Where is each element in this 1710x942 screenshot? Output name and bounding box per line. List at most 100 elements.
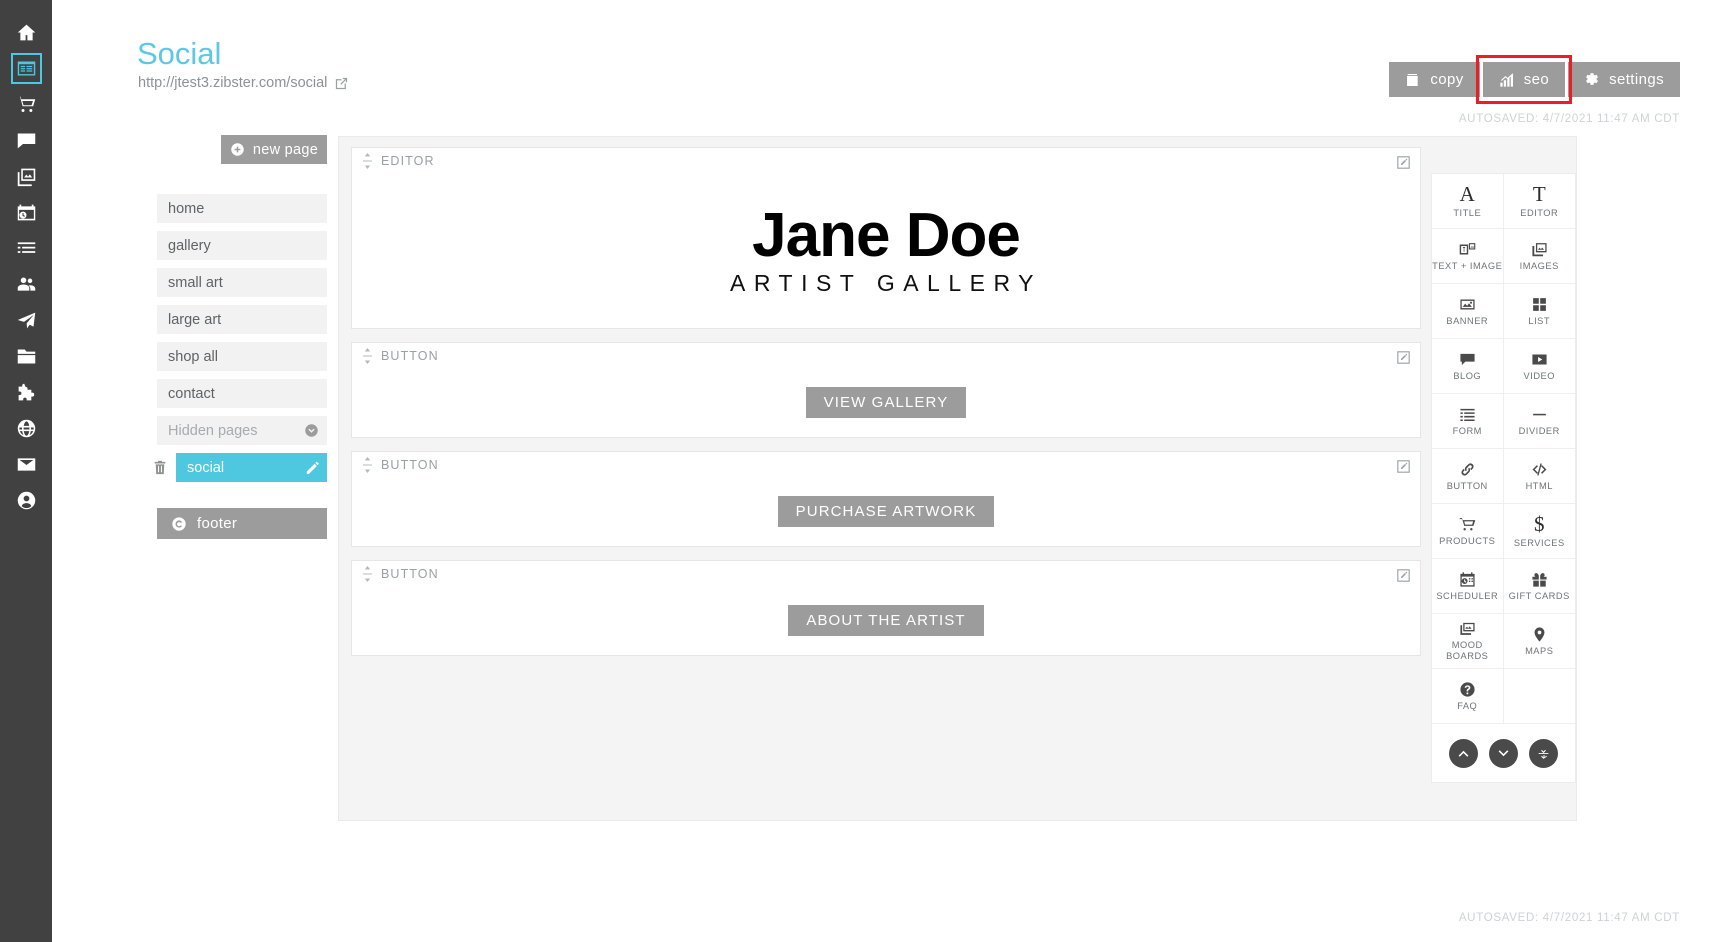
gift-icon xyxy=(1531,571,1548,588)
page-url: http://jtest3.zibster.com/social xyxy=(138,75,328,91)
rail-item-scheduler[interactable] xyxy=(0,194,52,230)
page-item-small-art[interactable]: small art xyxy=(157,268,327,297)
footer-label: footer xyxy=(197,515,238,532)
widget-form[interactable]: FORM xyxy=(1432,394,1504,449)
rail-item-campaigns[interactable] xyxy=(0,302,52,338)
site-button[interactable]: VIEW GALLERY xyxy=(805,387,967,418)
widget-label: DIVIDER xyxy=(1518,425,1560,436)
rail-item-clients[interactable] xyxy=(0,266,52,302)
widget-services[interactable]: $ SERVICES xyxy=(1503,504,1575,559)
widget-products[interactable]: PRODUCTS xyxy=(1432,504,1504,559)
main-area: Social http://jtest3.zibster.com/social … xyxy=(52,0,1710,942)
block-button-purchase-artwork[interactable]: BUTTON PURCHASE ARTWORK xyxy=(351,451,1421,547)
widget-banner[interactable]: BANNER xyxy=(1432,284,1504,339)
block-button-about-the-artist[interactable]: BUTTON ABOUT THE ARTIST xyxy=(351,560,1421,656)
delete-page-icon[interactable] xyxy=(152,459,168,476)
page-item-contact[interactable]: contact xyxy=(157,379,327,408)
globe-icon xyxy=(17,419,35,437)
widget-divider[interactable]: DIVIDER xyxy=(1503,394,1575,449)
page-item-gallery[interactable]: gallery xyxy=(157,231,327,260)
widget-gift-cards[interactable]: GIFT CARDS xyxy=(1503,559,1575,614)
rail-item-account[interactable] xyxy=(0,482,52,518)
settings-button[interactable]: settings xyxy=(1568,62,1680,97)
page-item-large-art[interactable]: large art xyxy=(157,305,327,334)
widget-text-image[interactable]: TEXT + IMAGE xyxy=(1432,229,1504,284)
widget-label: VIDEO xyxy=(1523,370,1555,381)
footer-button[interactable]: footer xyxy=(157,508,327,539)
images-icon xyxy=(1531,241,1548,258)
rail-item-files[interactable] xyxy=(0,338,52,374)
rail-item-website[interactable] xyxy=(0,410,52,446)
widget-maps[interactable]: MAPS xyxy=(1503,614,1575,669)
widget-images[interactable]: IMAGES xyxy=(1503,229,1575,284)
page-url-row: http://jtest3.zibster.com/social xyxy=(138,75,349,91)
scroll-down-button[interactable] xyxy=(1489,738,1518,768)
rail-item-home[interactable] xyxy=(0,14,52,50)
page-item-home[interactable]: home xyxy=(157,194,327,223)
block-header: BUTTON xyxy=(352,343,1420,368)
block-editor[interactable]: EDITOR Jane Doe ARTIST GALLERY xyxy=(351,147,1421,329)
block-button-view-gallery[interactable]: BUTTON VIEW GALLERY xyxy=(351,342,1421,438)
rail-item-pages[interactable] xyxy=(0,50,52,86)
edit-block-icon[interactable] xyxy=(1396,459,1411,474)
widget-label: BUTTON xyxy=(1446,480,1488,491)
widget-label: MOOD BOARDS xyxy=(1446,640,1489,661)
widget-faq[interactable]: FAQ xyxy=(1432,669,1504,724)
divider-icon xyxy=(1531,406,1548,423)
rail-item-integrations[interactable] xyxy=(0,374,52,410)
link-button-icon xyxy=(1459,461,1476,478)
scroll-up-button[interactable] xyxy=(1449,738,1478,768)
site-button[interactable]: ABOUT THE ARTIST xyxy=(788,605,984,636)
widget-mood-boards[interactable]: MOOD BOARDS xyxy=(1432,614,1504,669)
banner-icon xyxy=(1459,296,1476,313)
widget-html[interactable]: HTML xyxy=(1503,449,1575,504)
page-group-hidden-pages[interactable]: Hidden pages xyxy=(157,416,327,445)
widget-button[interactable]: BUTTON xyxy=(1432,449,1504,504)
widget-blog[interactable]: BLOG xyxy=(1432,339,1504,394)
rail-item-galleries[interactable] xyxy=(0,158,52,194)
site-button[interactable]: PURCHASE ARTWORK xyxy=(777,496,995,527)
form-icon xyxy=(1459,406,1476,423)
page-canvas: EDITOR Jane Doe ARTIST GALLERY BUTTON VI… xyxy=(338,136,1577,821)
drag-handle-icon[interactable] xyxy=(362,152,373,169)
rail-item-mail[interactable] xyxy=(0,446,52,482)
share-icon[interactable] xyxy=(334,76,349,91)
editor-t-icon: T xyxy=(1532,181,1546,206)
widget-video[interactable]: VIDEO xyxy=(1503,339,1575,394)
page-item-label: contact xyxy=(168,385,215,402)
autosaved-status-top: AUTOSAVED: 4/7/2021 11:47 AM CDT xyxy=(1458,113,1680,125)
widget-title[interactable]: A TITLE xyxy=(1432,174,1504,229)
drag-handle-icon[interactable] xyxy=(362,565,373,582)
settings-button-label: settings xyxy=(1609,71,1664,88)
widget-label: SERVICES xyxy=(1513,537,1565,548)
block-type-label: BUTTON xyxy=(381,348,439,363)
widget-list[interactable]: LIST xyxy=(1503,284,1575,339)
hero-title: Jane Doe xyxy=(752,200,1021,270)
page-item-label: home xyxy=(168,200,205,217)
widget-empty-slot xyxy=(1503,669,1575,724)
drag-handle-icon[interactable] xyxy=(362,347,373,364)
edit-block-icon[interactable] xyxy=(1396,568,1411,583)
edit-page-icon[interactable] xyxy=(305,461,319,475)
rail-item-store[interactable] xyxy=(0,86,52,122)
edit-block-icon[interactable] xyxy=(1396,350,1411,365)
new-page-button[interactable]: new page xyxy=(221,135,327,164)
global-nav-rail xyxy=(0,0,52,942)
copy-button[interactable]: copy xyxy=(1389,62,1480,97)
pages-icon xyxy=(17,61,35,75)
drag-handle-icon[interactable] xyxy=(362,456,373,473)
cart-icon xyxy=(17,96,35,112)
block-type-label: EDITOR xyxy=(381,153,435,168)
blog-icon xyxy=(1459,351,1476,368)
chevron-down-icon[interactable] xyxy=(304,423,319,438)
page-item-shop-all[interactable]: shop all xyxy=(157,342,327,371)
widget-scheduler[interactable]: SCHEDULER xyxy=(1432,559,1504,614)
seo-button[interactable]: seo xyxy=(1475,55,1573,104)
rail-item-lists[interactable] xyxy=(0,230,52,266)
chevron-down-icon xyxy=(1497,747,1510,760)
edit-block-icon[interactable] xyxy=(1396,155,1411,170)
collapse-all-button[interactable] xyxy=(1529,738,1558,768)
widget-editor[interactable]: T EDITOR xyxy=(1503,174,1575,229)
page-item-social[interactable]: social xyxy=(154,453,327,482)
rail-item-comments[interactable] xyxy=(0,122,52,158)
